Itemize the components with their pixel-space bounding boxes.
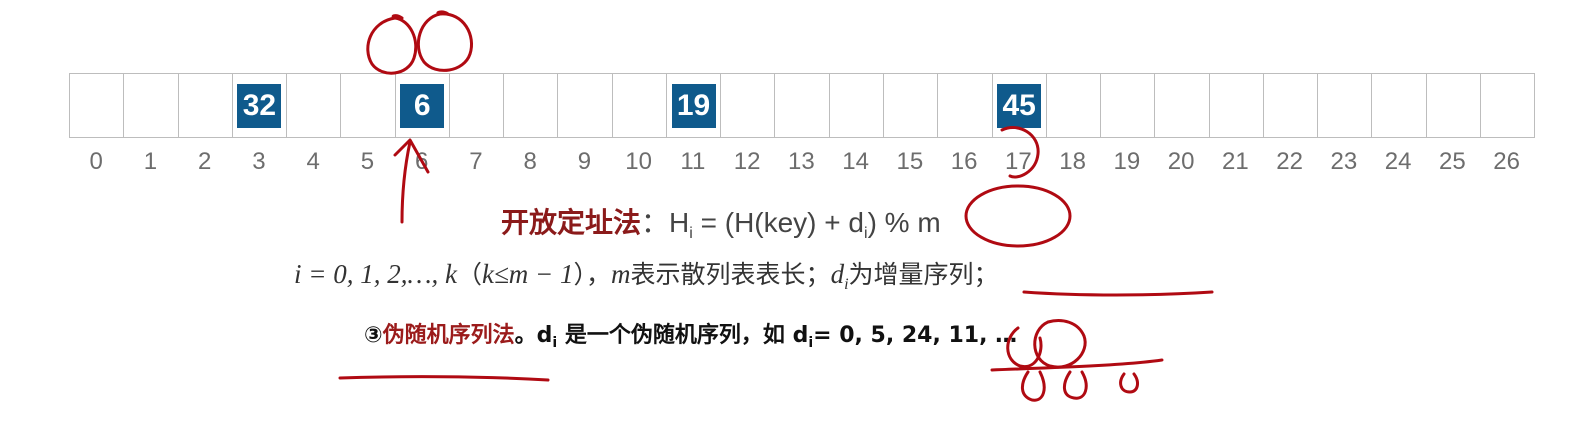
hash-table-indices: 0 1 2 3 4 5 6 7 8 9 10 11 12 13 14 15 16 17 18 19 20 21 22 23 24… xyxy=(69,147,1534,177)
slot-index-label: 12 xyxy=(733,148,761,175)
slot-index-label: 14 xyxy=(842,148,869,175)
table-slot xyxy=(1372,73,1427,138)
hash-table-slots: 32 6 19 45 xyxy=(69,73,1536,138)
slot-value: 6 xyxy=(400,83,445,128)
slot-index-label: 20 xyxy=(1167,148,1195,175)
table-slot xyxy=(287,73,342,138)
table-slot xyxy=(721,73,776,138)
table-slot xyxy=(938,73,993,138)
table-slot xyxy=(124,73,179,138)
slot-index-label: 24 xyxy=(1384,148,1412,175)
ink-loop-0 xyxy=(366,14,418,75)
method3-period: 。 xyxy=(514,323,537,348)
table-slot xyxy=(178,73,233,138)
slot-index-label: 5 xyxy=(360,148,375,175)
d-description: 为增量序列； xyxy=(848,260,999,289)
paren-close: ） xyxy=(573,260,587,289)
slot-index-label: 22 xyxy=(1276,148,1303,175)
formula-line: 开放定址法：Hi = (H(key) + di) % m xyxy=(501,203,941,254)
ink-circle-percent-m xyxy=(964,184,1072,248)
formula-colon: ： xyxy=(641,206,670,239)
table-slot xyxy=(449,73,505,138)
slot-index-label: 15 xyxy=(896,148,924,175)
ink-underline-seq xyxy=(990,358,1164,372)
i-range: i = 0, 1, 2,…, k xyxy=(294,259,457,289)
formula-mid: = (H(key) + d xyxy=(692,207,864,238)
slot-index-label: 18 xyxy=(1059,148,1086,175)
table-slot xyxy=(1318,73,1373,138)
slot-index-label: 7 xyxy=(469,148,483,175)
method-name: 开放定址法 xyxy=(501,206,642,239)
table-slot xyxy=(775,73,830,138)
slot-value: 45 xyxy=(997,83,1042,128)
table-slot xyxy=(1263,73,1319,138)
slot-index-label: 3 xyxy=(252,148,266,175)
m-variable: m xyxy=(611,259,631,289)
formula-end: ) % m xyxy=(867,207,941,238)
table-slot xyxy=(1101,73,1156,138)
ink-loop-c xyxy=(1119,372,1139,394)
slot-index-label: 4 xyxy=(306,148,320,175)
table-slot: 32 xyxy=(232,73,288,138)
method3-d2: d xyxy=(792,323,809,348)
slot-index-label: 1 xyxy=(143,148,158,175)
slot-index-label: 8 xyxy=(523,148,537,175)
slot-index-label: 23 xyxy=(1330,148,1358,175)
ink-circle-24 xyxy=(1033,319,1087,369)
slot-index-label: 6 xyxy=(414,148,429,175)
d-variable: d xyxy=(830,259,845,289)
params-line: i = 0, 1, 2,…, k（k≤m − 1），m表示散列表表长；di为增量… xyxy=(294,254,999,305)
table-slot xyxy=(829,73,884,138)
slot-index-label: 10 xyxy=(625,148,652,175)
slot-index-label: 16 xyxy=(950,148,978,175)
slot-value: 19 xyxy=(671,83,716,128)
method3-description: 是一个伪随机序列，如 xyxy=(557,323,793,348)
table-slot xyxy=(1426,73,1481,138)
slot-index-label: 19 xyxy=(1113,148,1141,175)
m-description: 表示散列表表长； xyxy=(630,260,831,289)
table-slot xyxy=(341,73,396,138)
table-slot xyxy=(1155,73,1210,138)
formula-h: H xyxy=(669,207,690,238)
method3-d: d xyxy=(536,323,553,348)
slot-value: 32 xyxy=(237,83,282,128)
table-slot: 19 xyxy=(666,73,722,138)
method3-sequence: = 0, 5, 24, 11, … xyxy=(813,323,1018,348)
k-condition: k≤m − 1 xyxy=(481,259,574,289)
slot-index-label: 25 xyxy=(1439,148,1466,175)
slot-index-label: 11 xyxy=(680,148,706,175)
table-slot xyxy=(612,73,667,138)
table-slot: 45 xyxy=(992,73,1047,138)
params-comma: ， xyxy=(586,260,612,289)
table-slot xyxy=(504,73,559,138)
table-slot xyxy=(883,73,939,138)
ink-underline-increment xyxy=(1022,290,1214,297)
method3-number: ③ xyxy=(364,323,383,348)
formula-expression: Hi = (H(key) + di) % m xyxy=(669,207,941,242)
slot-index-label: 9 xyxy=(577,148,592,175)
table-slot xyxy=(70,73,125,138)
slot-index-label: 13 xyxy=(788,148,815,175)
ink-underline-method3 xyxy=(338,375,550,382)
slot-index-label: 0 xyxy=(89,148,103,175)
slot-index-label: 26 xyxy=(1493,148,1520,175)
table-slot xyxy=(1480,73,1536,138)
method3-name: 伪随机序列法 xyxy=(382,323,515,348)
table-slot xyxy=(558,73,613,138)
ink-loop-a xyxy=(1021,370,1046,402)
slot-index-label: 21 xyxy=(1222,148,1249,175)
slot-index-label: 17 xyxy=(1005,148,1032,175)
table-slot xyxy=(1209,73,1264,138)
method3-line: ③伪随机序列法。di 是一个伪随机序列，如 di= 0, 5, 24, 11, … xyxy=(364,318,1017,361)
table-slot xyxy=(1046,73,1102,138)
table-slot: 6 xyxy=(395,73,450,138)
ink-loop-1 xyxy=(416,10,473,72)
paren-open: （ xyxy=(456,260,482,289)
slot-index-label: 2 xyxy=(197,148,212,175)
ink-loop-b xyxy=(1063,370,1088,400)
